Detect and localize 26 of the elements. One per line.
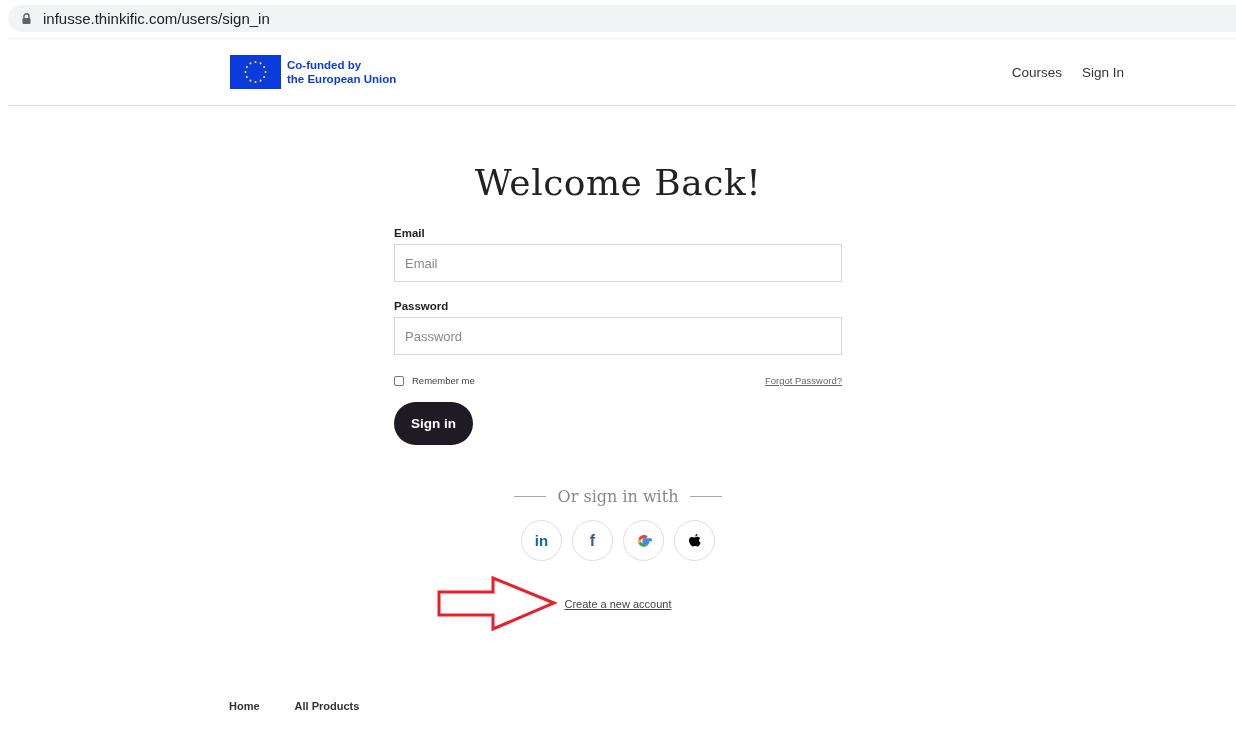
social-login-button[interactable] (674, 520, 715, 561)
input-field[interactable]: Password (394, 317, 842, 355)
logo-text: Co-funded by (287, 58, 363, 72)
forgot-password-link[interactable]: Forgot Password? (764, 375, 842, 386)
url-text: infusse.thinkific.com/users/sign_in (43, 10, 270, 27)
input-field[interactable]: Email (394, 244, 842, 282)
nav-link[interactable]: Courses (1011, 64, 1062, 80)
field-label: Email (394, 227, 426, 239)
social-login-button[interactable]: f (572, 520, 613, 561)
logo-text: the European Union (287, 72, 397, 86)
lock-icon (22, 13, 31, 24)
page-title: Welcome Back! (474, 162, 762, 203)
flag-icon (230, 55, 281, 89)
checkbox-label: Remember me (412, 375, 475, 386)
divider-text: Or sign in with (557, 487, 679, 506)
social-login-button[interactable]: in (521, 520, 562, 561)
apple-icon (687, 532, 702, 549)
sign-in-button[interactable]: Sign in (394, 402, 473, 445)
address-bar[interactable]: infusse.thinkific.com/users/sign_in (8, 5, 1236, 32)
create-account-link[interactable]: Create a new account (564, 598, 672, 610)
footer-link[interactable]: Home (229, 700, 260, 712)
checkbox[interactable] (394, 375, 404, 386)
footer-link[interactable]: All Products (294, 700, 360, 712)
field-label: Password (394, 300, 450, 312)
nav-link[interactable]: Sign In (1081, 64, 1124, 80)
g-letter-icon (635, 532, 652, 549)
